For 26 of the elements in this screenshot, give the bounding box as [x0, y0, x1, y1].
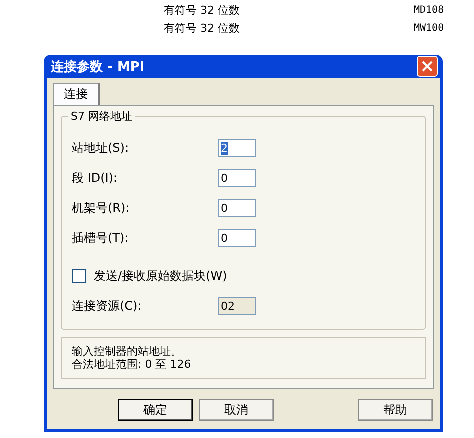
- input-field[interactable]: 0: [218, 229, 256, 247]
- group-title: S7 网络地址: [68, 109, 136, 124]
- field-label: 连接资源(C):: [72, 298, 143, 314]
- type-text: 有符号 32 位数: [164, 2, 241, 18]
- close-button[interactable]: [417, 56, 438, 77]
- dialog-button[interactable]: 取消: [199, 399, 274, 421]
- address-text: MW100: [414, 22, 444, 34]
- window-title: 连接参数 - MPI: [51, 58, 145, 76]
- close-icon: [422, 61, 433, 72]
- field-label: 插槽号(T):: [72, 230, 130, 246]
- checkbox-label: 发送/接收原始数据块(W): [94, 268, 228, 284]
- checkbox[interactable]: [72, 269, 86, 283]
- readonly-field[interactable]: 02: [218, 297, 256, 315]
- input-field[interactable]: 0: [218, 169, 256, 187]
- field-label: 段 ID(I):: [72, 170, 119, 186]
- address-text: MD108: [414, 4, 444, 16]
- input-field[interactable]: 0: [218, 199, 256, 217]
- help-text: 输入控制器的站地址。: [72, 345, 183, 358]
- field-label: 站地址(S):: [72, 140, 130, 156]
- input-field[interactable]: 2: [218, 139, 256, 157]
- dialog-button[interactable]: 帮助: [358, 399, 433, 421]
- help-text: 合法地址范围: 0 至 126: [72, 358, 192, 371]
- dialog-button[interactable]: 确定: [118, 399, 193, 421]
- tab[interactable]: 连接: [53, 83, 100, 105]
- field-label: 机架号(R):: [72, 200, 131, 216]
- type-text: 有符号 32 位数: [164, 20, 241, 36]
